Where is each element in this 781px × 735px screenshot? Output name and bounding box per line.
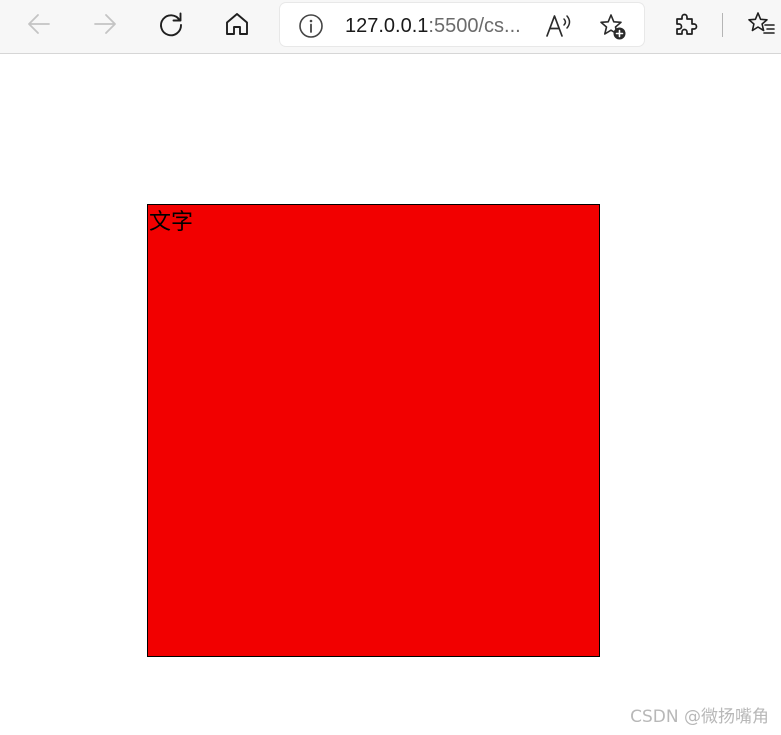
red-box: 文字	[147, 204, 600, 657]
puzzle-icon	[676, 13, 698, 35]
read-aloud-icon	[546, 15, 571, 37]
back-button[interactable]	[19, 6, 59, 42]
csdn-watermark: CSDN @微扬嘴角	[630, 707, 769, 727]
favorites-button[interactable]	[741, 6, 781, 42]
arrow-right-icon	[94, 14, 116, 34]
toolbar-divider	[722, 13, 723, 37]
page-viewport: 文字 CSDN @微扬嘴角	[0, 54, 781, 735]
star-add-icon	[600, 14, 626, 40]
site-info-button[interactable]	[298, 13, 324, 39]
home-button[interactable]	[217, 6, 257, 42]
info-circle-icon	[299, 14, 323, 38]
add-favorite-button[interactable]	[598, 12, 628, 42]
arrow-left-icon	[28, 14, 50, 34]
url-text[interactable]: 127.0.0.1:5500/cs...	[345, 14, 521, 38]
refresh-button[interactable]	[151, 6, 191, 42]
url-path: :5500/cs...	[428, 15, 521, 37]
browser-toolbar: 127.0.0.1:5500/cs...	[0, 0, 781, 54]
refresh-icon	[160, 12, 182, 37]
read-aloud-button[interactable]	[544, 12, 574, 40]
url-host: 127.0.0.1	[345, 15, 429, 37]
home-icon	[226, 13, 248, 35]
box-text: 文字	[149, 210, 194, 235]
address-bar[interactable]: 127.0.0.1:5500/cs...	[280, 3, 644, 46]
favorites-list-icon	[748, 12, 775, 34]
forward-button[interactable]	[85, 6, 125, 42]
extensions-button[interactable]	[666, 6, 706, 42]
